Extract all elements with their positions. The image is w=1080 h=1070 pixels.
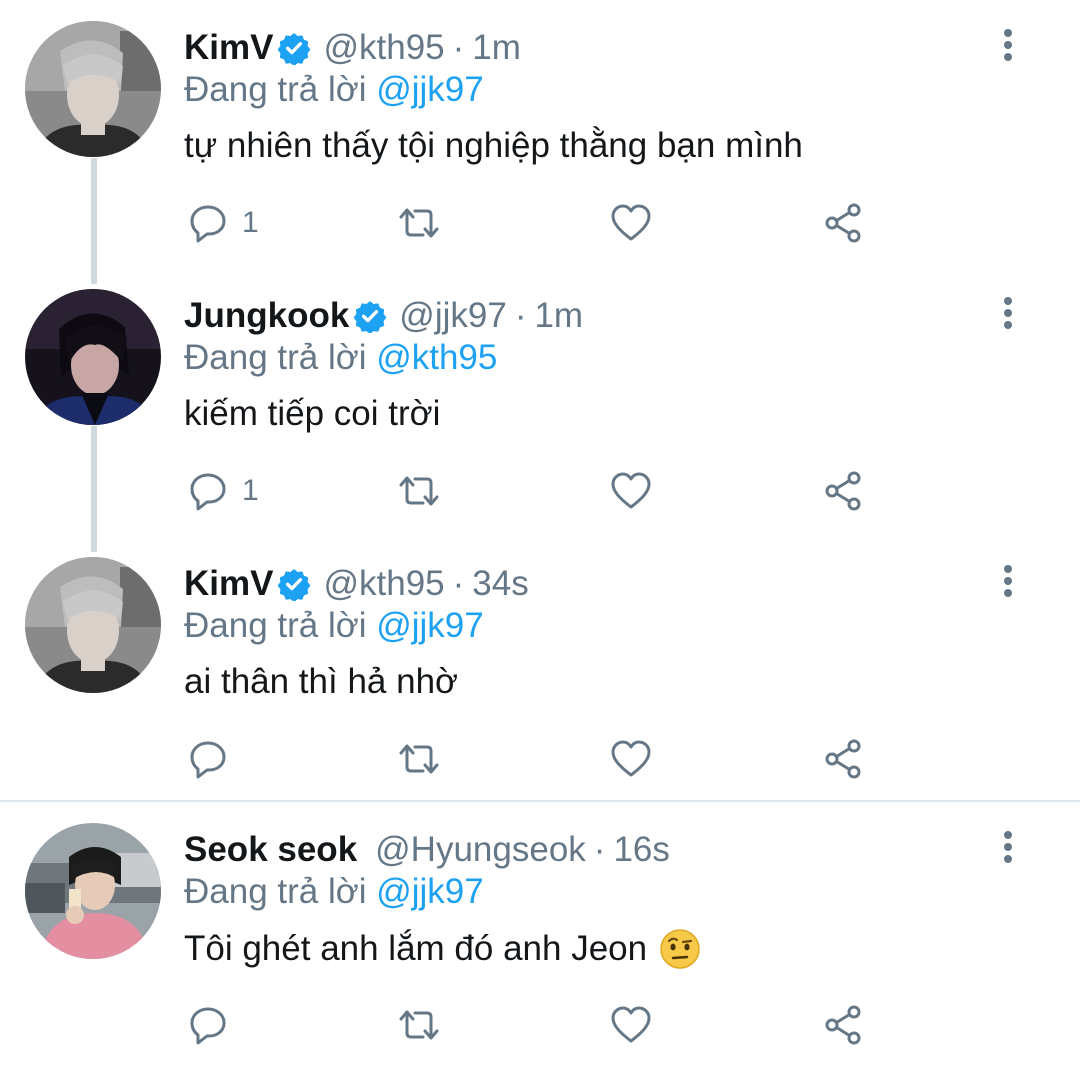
replying-label: Đang trả lời: [184, 872, 367, 911]
like-icon: [609, 1003, 653, 1047]
reply-button[interactable]: 1: [186, 196, 259, 250]
avatar[interactable]: [25, 289, 161, 425]
tweet-text: kiếm tiếp coi trời: [184, 394, 440, 434]
replying-label: Đang trả lời: [184, 338, 367, 377]
tweet-header: Seok seok @Hyungseok · 16s: [184, 828, 670, 872]
timestamp[interactable]: 16s: [613, 830, 669, 870]
tweet-thread: KimV @kth95 · 1m Đang trả lời @jjk97 tự …: [0, 0, 1080, 1070]
reply-icon: [186, 469, 230, 513]
retweet-icon: [397, 201, 441, 245]
tweet[interactable]: Jungkook @jjk97 · 1m Đang trả lời @kth95…: [0, 268, 1080, 536]
tweet-text-content: Tôi ghét anh lắm đó anh Jeon: [184, 929, 648, 968]
display-name[interactable]: KimV: [184, 564, 273, 604]
avatar[interactable]: [25, 823, 161, 959]
like-button[interactable]: [609, 196, 653, 250]
more-options-icon[interactable]: [993, 28, 1023, 62]
username[interactable]: @jjk97: [399, 296, 507, 336]
tweet-text-content: tự nhiên thấy tội nghiệp thằng bạn mình: [184, 126, 803, 165]
like-button[interactable]: [609, 464, 653, 518]
reply-count: 1: [242, 474, 259, 507]
replying-label: Đang trả lời: [184, 606, 367, 645]
tweet-actions: [0, 732, 1080, 786]
retweet-icon: [397, 469, 441, 513]
separator-dot: ·: [514, 296, 527, 335]
reply-button[interactable]: [186, 732, 230, 786]
display-name[interactable]: Jungkook: [184, 296, 349, 336]
tweet-actions: 1: [0, 464, 1080, 518]
timestamp[interactable]: 1m: [534, 296, 583, 336]
retweet-icon: [397, 737, 441, 781]
share-icon: [821, 737, 865, 781]
share-icon: [821, 469, 865, 513]
tweet-text-content: kiếm tiếp coi trời: [184, 394, 441, 433]
raised-eyebrow-emoji-icon: [659, 928, 701, 970]
replying-to: Đang trả lời @jjk97: [184, 70, 484, 110]
share-button[interactable]: [821, 732, 865, 786]
reply-button[interactable]: [186, 998, 230, 1052]
timestamp[interactable]: 34s: [472, 564, 528, 604]
tweet[interactable]: KimV @kth95 · 34s Đang trả lời @jjk97 ai…: [0, 536, 1080, 800]
tweet-actions: 1: [0, 196, 1080, 250]
tweet-header: KimV @kth95 · 34s: [184, 562, 529, 606]
username[interactable]: @Hyungseok: [375, 830, 586, 870]
verified-badge-icon: [277, 31, 311, 65]
verified-badge-icon: [277, 567, 311, 601]
tweet-text-content: ai thân thì hả nhờ: [184, 662, 458, 701]
mention-link[interactable]: @jjk97: [376, 70, 484, 109]
more-options-icon[interactable]: [993, 296, 1023, 330]
reply-icon: [186, 1003, 230, 1047]
retweet-button[interactable]: [397, 998, 441, 1052]
username[interactable]: @kth95: [323, 28, 444, 68]
display-name[interactable]: Seok seok: [184, 830, 357, 870]
reply-icon: [186, 201, 230, 245]
tweet-actions: [0, 998, 1080, 1052]
tweet-text: tự nhiên thấy tội nghiệp thằng bạn mình: [184, 126, 803, 166]
avatar[interactable]: [25, 557, 161, 693]
replying-to: Đang trả lời @jjk97: [184, 872, 484, 912]
reply-count: 1: [242, 206, 259, 239]
separator-dot: ·: [452, 564, 465, 603]
mention-link[interactable]: @jjk97: [376, 872, 484, 911]
tweet[interactable]: KimV @kth95 · 1m Đang trả lời @jjk97 tự …: [0, 0, 1080, 268]
retweet-button[interactable]: [397, 732, 441, 786]
mention-link[interactable]: @kth95: [376, 338, 497, 377]
like-button[interactable]: [609, 998, 653, 1052]
replying-to: Đang trả lời @jjk97: [184, 606, 484, 646]
mention-link[interactable]: @jjk97: [376, 606, 484, 645]
tweet[interactable]: Seok seok @Hyungseok · 16s Đang trả lời …: [0, 802, 1080, 1070]
share-button[interactable]: [821, 196, 865, 250]
like-button[interactable]: [609, 732, 653, 786]
share-icon: [821, 201, 865, 245]
replying-to: Đang trả lời @kth95: [184, 338, 497, 378]
display-name[interactable]: KimV: [184, 28, 273, 68]
avatar[interactable]: [25, 21, 161, 157]
share-icon: [821, 1003, 865, 1047]
separator-dot: ·: [593, 830, 606, 869]
tweet-header: Jungkook @jjk97 · 1m: [184, 294, 583, 338]
like-icon: [609, 469, 653, 513]
like-icon: [609, 201, 653, 245]
retweet-button[interactable]: [397, 464, 441, 518]
reply-icon: [186, 737, 230, 781]
tweet-header: KimV @kth95 · 1m: [184, 26, 521, 70]
share-button[interactable]: [821, 464, 865, 518]
separator-dot: ·: [452, 28, 465, 67]
tweet-text: ai thân thì hả nhờ: [184, 662, 458, 702]
retweet-icon: [397, 1003, 441, 1047]
replying-label: Đang trả lời: [184, 70, 367, 109]
verified-badge-icon: [353, 299, 387, 333]
like-icon: [609, 737, 653, 781]
retweet-button[interactable]: [397, 196, 441, 250]
tweet-text: Tôi ghét anh lắm đó anh Jeon: [184, 928, 701, 970]
timestamp[interactable]: 1m: [472, 28, 521, 68]
more-options-icon[interactable]: [993, 564, 1023, 598]
more-options-icon[interactable]: [993, 830, 1023, 864]
reply-button[interactable]: 1: [186, 464, 259, 518]
username[interactable]: @kth95: [323, 564, 444, 604]
share-button[interactable]: [821, 998, 865, 1052]
